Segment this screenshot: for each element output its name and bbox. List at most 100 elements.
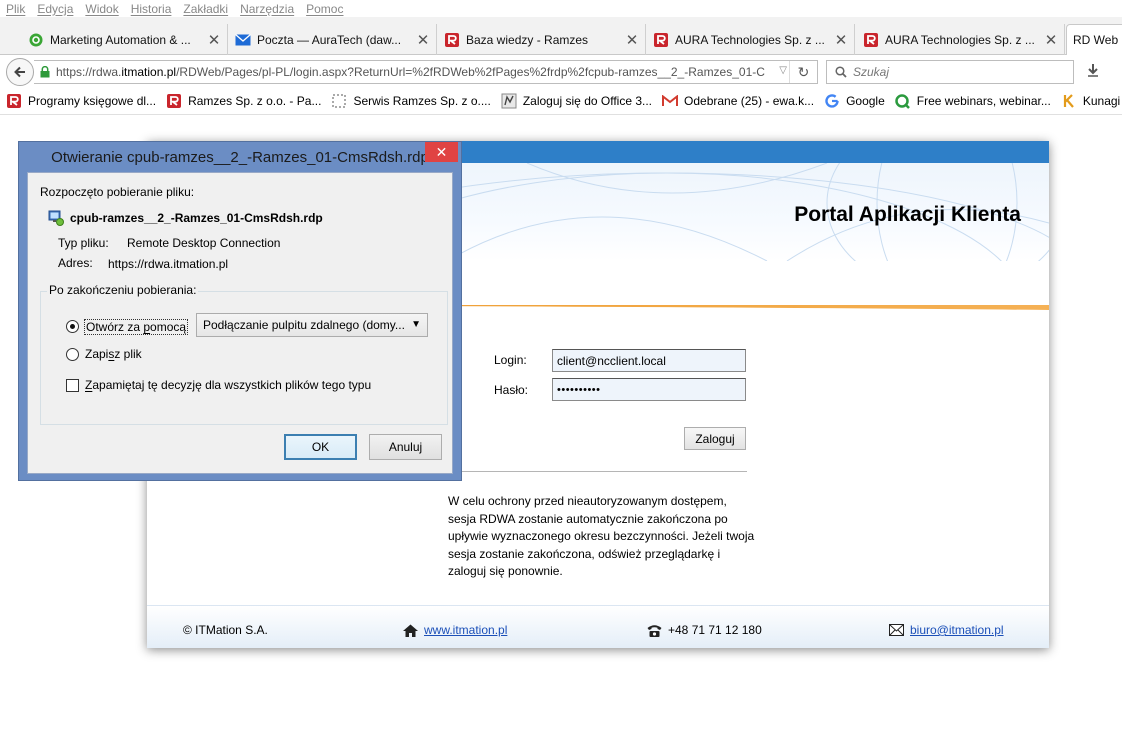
address-bar[interactable]: https://rdwa. itmation.pl/RDWeb/Pages/pl-… [34,60,818,84]
file-type-label: Typ pliku: [58,236,109,250]
close-icon[interactable]: ✕ [416,31,430,49]
menu-file[interactable]: Plik [6,2,25,16]
tab-label: AURA Technologies Sp. z ... [675,32,825,47]
google-icon [824,93,840,109]
remember-label[interactable]: Zapamiętaj tę decyzję dla wszystkich pli… [85,378,371,392]
tab-mail[interactable]: Poczta — AuraTech (daw... ✕ [229,24,437,55]
ramzes-icon [6,93,22,109]
menu-bookmarks[interactable]: Zakładki [183,2,228,16]
home-icon [403,624,418,637]
bookmark-label: Zaloguj się do Office 3... [522,94,653,108]
download-dialog: Otwieranie cpub-ramzes__2_-Ramzes_01-Cms… [18,141,462,481]
open-with-label[interactable]: Otwórz za pomocą [84,319,189,335]
bookmark-label: Ramzes Sp. z o.o. - Pa... [188,94,322,108]
bookmark-ramzes-pa[interactable]: Ramzes Sp. z o.o. - Pa... [166,93,321,109]
password-label: Hasło: [494,383,529,397]
login-label: Login: [494,353,527,367]
separator [447,471,747,472]
bookmark-label: Serwis Ramzes Sp. z o.... [353,94,491,108]
file-address-label: Adres: [58,256,93,270]
bookmark-webinars[interactable]: Free webinars, webinar... [895,93,1051,109]
url-path: /RDWeb/Pages/pl-PL/login.aspx?ReturnUrl=… [176,65,765,79]
ok-button[interactable]: OK [284,434,357,460]
email-link[interactable]: biuro@itmation.pl [910,623,1004,637]
history-dropdown-icon[interactable]: ▽ [779,65,787,76]
group-label: Po zakończeniu pobierania: [47,283,199,297]
login-button[interactable]: Zaloguj [684,427,746,450]
bookmark-kunagi[interactable]: Kunagi @ Ramzes [1061,93,1122,109]
tab-knowledge-base[interactable]: Baza wiedzy - Ramzes ✕ [438,24,646,55]
file-type-value: Remote Desktop Connection [127,236,281,250]
save-file-radio[interactable] [66,348,79,361]
download-started-text: Rozpoczęto pobieranie pliku: [40,185,195,199]
url-prefix: https://rdwa. [56,65,122,79]
bookmark-office[interactable]: Zaloguj się do Office 3... [501,93,652,109]
lock-icon [40,66,50,78]
back-button[interactable] [6,58,34,86]
gmail-icon [662,93,679,109]
selected-application: Podłączanie pulpitu zdalnego (domy... [203,318,405,332]
bookmarks-bar: Programy księgowe dl... Ramzes Sp. z o.o… [0,88,1122,115]
close-icon[interactable]: ✕ [1044,31,1058,49]
menu-help[interactable]: Pomoc [306,2,343,16]
close-icon[interactable]: ✕ [625,31,639,49]
reload-icon[interactable]: ↻ [789,61,817,83]
open-with-select[interactable]: Podłączanie pulpitu zdalnego (domy... ▼ [196,313,428,337]
tab-label: Marketing Automation & ... [50,32,191,47]
tab-label: AURA Technologies Sp. z ... [885,32,1035,47]
menu-edit[interactable]: Edycja [37,2,73,16]
ramzes-icon [863,32,879,48]
dialog-body: Rozpoczęto pobieranie pliku: cpub-ramzes… [27,172,453,474]
login-input[interactable]: client@ncclient.local [552,349,746,372]
tab-aura-2[interactable]: AURA Technologies Sp. z ... ✕ [857,24,1065,55]
download-icon[interactable] [1086,63,1100,82]
after-download-group: Po zakończeniu pobierania: Otwórz za pom… [40,283,448,425]
bookmark-gmail[interactable]: Odebrane (25) - ewa.k... [662,93,814,109]
bookmark-label: Programy księgowe dl... [28,94,157,108]
close-icon[interactable]: ✕ [207,31,221,49]
bookmark-serwis[interactable]: Serwis Ramzes Sp. z o.... [331,93,491,109]
navigation-bar: https://rdwa. itmation.pl/RDWeb/Pages/pl-… [0,55,1122,88]
chevron-down-icon: ▼ [411,319,421,330]
search-input[interactable]: Szukaj [826,60,1074,84]
mail-icon [235,32,251,48]
tab-aura-1[interactable]: AURA Technologies Sp. z ... ✕ [647,24,855,55]
footer-website: www.itmation.pl [403,623,507,637]
bookmark-label: Kunagi @ Ramzes [1082,94,1122,108]
file-name: cpub-ramzes__2_-Ramzes_01-CmsRdsh.rdp [48,210,323,226]
portal-footer: © ITMation S.A. www.itmation.pl +48 71 7… [147,605,1049,648]
cancel-button[interactable]: Anuluj [369,434,442,460]
file-name-text: cpub-ramzes__2_-Ramzes_01-CmsRdsh.rdp [70,211,323,225]
footer-copyright: © ITMation S.A. [183,623,268,637]
menu-tools[interactable]: Narzędzia [240,2,294,16]
close-icon[interactable]: ✕ [834,31,848,49]
save-file-label[interactable]: Zapisz plik [85,347,142,361]
dotted-square-icon [331,93,347,109]
phone-number: +48 71 71 12 180 [668,623,762,637]
back-arrow-icon [14,66,25,78]
remember-checkbox[interactable] [66,379,79,392]
phone-icon [647,624,662,637]
tab-label: Baza wiedzy - Ramzes [466,32,589,47]
bookmark-programy[interactable]: Programy księgowe dl... [6,93,156,109]
menu-bar: Plik Edycja Widok Historia Zakładki Narz… [0,0,1122,17]
bookmark-google[interactable]: Google [824,93,885,109]
tab-label: RD Web A [1073,33,1119,47]
ramzes-icon [166,93,182,109]
dialog-title: Otwieranie cpub-ramzes__2_-Ramzes_01-Cms… [51,148,429,166]
rdp-file-icon [48,210,64,226]
footer-phone: +48 71 71 12 180 [647,623,762,637]
bookmark-label: Google [846,94,885,108]
open-with-radio[interactable] [66,320,79,333]
footer-email: biuro@itmation.pl [889,623,1004,637]
session-notice: W celu ochrony przed nieautoryzowanym do… [448,494,755,578]
menu-history[interactable]: Historia [131,2,172,16]
dialog-close-button[interactable]: ✕ [425,142,458,162]
password-input[interactable]: •••••••••• [552,378,746,401]
bookmark-label: Free webinars, webinar... [916,94,1051,108]
tab-label: Poczta — AuraTech (daw... [257,32,402,47]
website-link[interactable]: www.itmation.pl [424,623,507,637]
tab-rd-web[interactable]: RD Web A [1066,24,1122,55]
tab-marketing-automation[interactable]: Marketing Automation & ... ✕ [22,24,228,55]
menu-view[interactable]: Widok [85,2,118,16]
